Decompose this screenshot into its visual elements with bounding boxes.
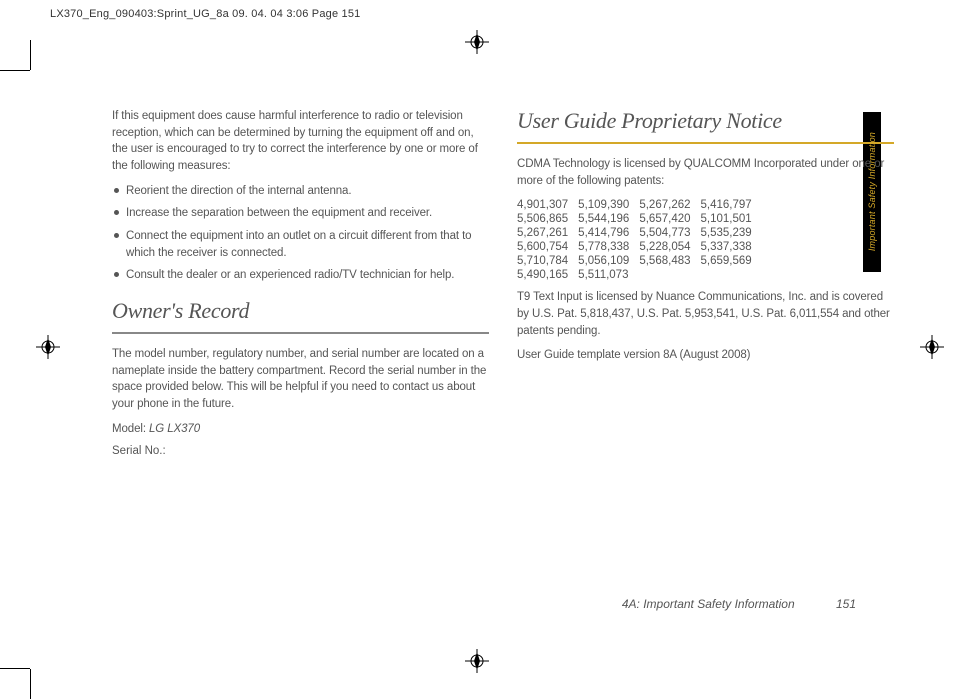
patent-cell: 5,267,261 — [517, 227, 568, 239]
patent-cell: 5,337,338 — [701, 241, 752, 253]
right-column: User Guide Proprietary Notice CDMA Techn… — [517, 108, 894, 469]
proprietary-heading: User Guide Proprietary Notice — [517, 108, 894, 134]
template-version: User Guide template version 8A (August 2… — [517, 347, 894, 364]
table-row: 4,901,307 5,109,390 5,267,262 5,416,797 — [517, 199, 752, 211]
registration-mark — [465, 30, 489, 54]
table-row: 5,600,754 5,778,338 5,228,054 5,337,338 — [517, 241, 752, 253]
table-row: 5,490,165 5,511,073 — [517, 269, 752, 281]
patent-cell: 5,657,420 — [639, 213, 690, 225]
owners-record-heading: Owner's Record — [112, 298, 489, 324]
crop-mark — [30, 669, 31, 699]
patent-cell: 5,267,262 — [639, 199, 690, 211]
model-label: Model: — [112, 423, 149, 435]
patent-cell: 5,414,796 — [578, 227, 629, 239]
table-row: 5,267,261 5,414,796 5,504,773 5,535,239 — [517, 227, 752, 239]
registration-mark — [920, 335, 944, 359]
table-row: 5,710,784 5,056,109 5,568,483 5,659,569 — [517, 255, 752, 267]
crop-mark — [0, 70, 30, 71]
patent-cell: 5,109,390 — [578, 199, 629, 211]
patent-cell — [639, 269, 690, 281]
patent-cell: 5,544,196 — [578, 213, 629, 225]
serial-line: Serial No.: — [112, 445, 489, 457]
interference-intro: If this equipment does cause harmful int… — [112, 108, 489, 175]
patent-cell: 5,535,239 — [701, 227, 752, 239]
t9-paragraph: T9 Text Input is licensed by Nuance Comm… — [517, 289, 894, 339]
patent-cell: 5,101,501 — [701, 213, 752, 225]
page-slug: LX370_Eng_090403:Sprint_UG_8a 09. 04. 04… — [50, 8, 361, 20]
patent-cell: 5,228,054 — [639, 241, 690, 253]
page-footer: 4A: Important Safety Information 151 — [622, 597, 856, 611]
patent-cell: 5,568,483 — [639, 255, 690, 267]
page-content: If this equipment does cause harmful int… — [112, 108, 894, 469]
patent-cell: 5,778,338 — [578, 241, 629, 253]
list-item: Consult the dealer or an experienced rad… — [112, 267, 489, 284]
measures-list: Reorient the direction of the internal a… — [112, 183, 489, 284]
registration-mark — [36, 335, 60, 359]
patent-cell: 4,901,307 — [517, 199, 568, 211]
crop-mark — [30, 40, 31, 70]
heading-rule — [517, 142, 894, 144]
patent-cell: 5,659,569 — [701, 255, 752, 267]
footer-section: 4A: Important Safety Information — [622, 597, 795, 611]
table-row: 5,506,865 5,544,196 5,657,420 5,101,501 — [517, 213, 752, 225]
patent-cell: 5,506,865 — [517, 213, 568, 225]
model-line: Model: LG LX370 — [112, 421, 489, 438]
patent-table: 4,901,307 5,109,390 5,267,262 5,416,797 … — [507, 197, 762, 283]
page-number: 151 — [836, 597, 856, 611]
patent-cell: 5,504,773 — [639, 227, 690, 239]
owners-record-body: The model number, regulatory number, and… — [112, 346, 489, 413]
list-item: Connect the equipment into an outlet on … — [112, 228, 489, 261]
patent-cell: 5,490,165 — [517, 269, 568, 281]
heading-rule — [112, 332, 489, 334]
patent-cell: 5,416,797 — [701, 199, 752, 211]
patent-cell: 5,710,784 — [517, 255, 568, 267]
patent-cell: 5,511,073 — [578, 269, 629, 281]
patent-cell: 5,600,754 — [517, 241, 568, 253]
cdma-intro: CDMA Technology is licensed by QUALCOMM … — [517, 156, 894, 189]
patent-cell — [701, 269, 752, 281]
left-column: If this equipment does cause harmful int… — [112, 108, 489, 469]
model-value: LG LX370 — [149, 423, 200, 435]
patent-cell: 5,056,109 — [578, 255, 629, 267]
list-item: Reorient the direction of the internal a… — [112, 183, 489, 200]
registration-mark — [465, 649, 489, 673]
crop-mark — [0, 668, 30, 669]
list-item: Increase the separation between the equi… — [112, 205, 489, 222]
